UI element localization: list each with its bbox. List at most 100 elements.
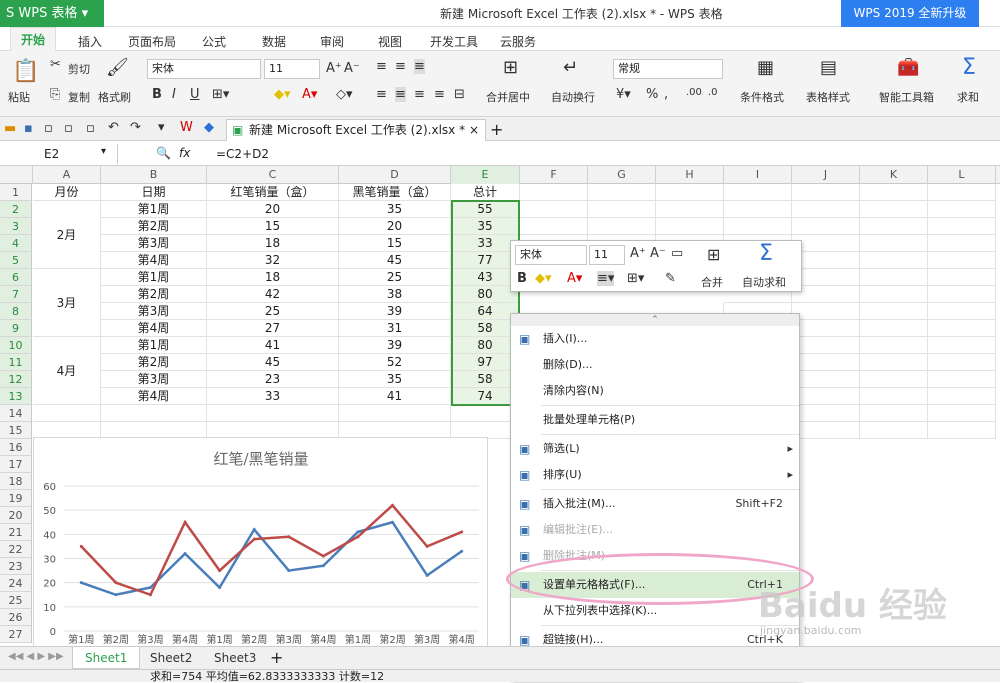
grid-cell[interactable]	[792, 320, 860, 337]
week-cell[interactable]: 第3周	[101, 235, 207, 252]
grid-cell[interactable]	[860, 422, 928, 439]
smart-tools-button[interactable]: 智能工具箱	[879, 89, 934, 105]
grid-cell[interactable]	[339, 405, 451, 422]
row-header-19[interactable]: 19	[0, 490, 32, 507]
black-cell[interactable]: 52	[339, 354, 451, 371]
bold-icon[interactable]: B	[152, 87, 162, 102]
red-cell[interactable]: 33	[207, 388, 339, 405]
italic-icon[interactable]: I	[172, 87, 176, 102]
row-header-10[interactable]: 10	[0, 337, 32, 354]
month-cell[interactable]: 2月	[33, 201, 101, 269]
preview-icon[interactable]: ▫	[86, 121, 95, 136]
paste-button[interactable]: 粘贴	[8, 89, 30, 105]
row-header-7[interactable]: 7	[0, 286, 32, 303]
align-bottom-icon[interactable]: ≡	[414, 59, 425, 74]
grid-cell[interactable]	[928, 405, 996, 422]
mini-sigma-icon[interactable]: Σ	[759, 241, 773, 266]
grid-cell[interactable]	[588, 218, 656, 235]
grid-cell[interactable]	[860, 286, 928, 303]
grid-cell[interactable]	[860, 388, 928, 405]
align-right-icon[interactable]: ≡	[414, 87, 425, 102]
week-cell[interactable]: 第1周	[101, 337, 207, 354]
mini-shrink-font-icon[interactable]: A⁻	[650, 246, 666, 261]
table-style-icon[interactable]: ▤	[820, 57, 837, 78]
print-icon[interactable]: ▫	[64, 121, 73, 136]
align-left-icon[interactable]: ≡	[376, 87, 387, 102]
column-header-D[interactable]: D	[339, 166, 451, 184]
font-color-icon[interactable]: A▾	[302, 87, 317, 102]
grid-cell[interactable]	[928, 422, 996, 439]
mini-brush-icon[interactable]: ✎	[665, 271, 676, 286]
menu-item-6[interactable]: ▣ 插入批注(M)... Shift+F2	[511, 491, 799, 517]
conditional-format-button[interactable]: 条件格式	[740, 89, 784, 105]
grid-cell[interactable]	[860, 218, 928, 235]
month-cell[interactable]: 4月	[33, 337, 101, 405]
clear-format-icon[interactable]: ◇▾	[336, 87, 353, 102]
row-header-11[interactable]: 11	[0, 354, 32, 371]
sheet-tab-0[interactable]: Sheet1	[72, 647, 141, 669]
app-menu-button[interactable]: S WPS 表格 ▾	[0, 0, 104, 27]
row-header-3[interactable]: 3	[0, 218, 32, 235]
grid-cell[interactable]	[928, 184, 996, 201]
month-cell[interactable]: 3月	[33, 269, 101, 337]
black-cell[interactable]: 35	[339, 371, 451, 388]
red-cell[interactable]: 32	[207, 252, 339, 269]
row-header-13[interactable]: 13	[0, 388, 32, 405]
mini-align-icon[interactable]: ≡▾	[597, 271, 615, 286]
black-cell[interactable]: 35	[339, 201, 451, 218]
redo-icon[interactable]: ↷	[130, 120, 141, 135]
grid-cell[interactable]	[928, 337, 996, 354]
grid-cell[interactable]	[792, 337, 860, 354]
grid-cell[interactable]	[792, 354, 860, 371]
grid-cell[interactable]	[520, 218, 588, 235]
week-cell[interactable]: 第2周	[101, 354, 207, 371]
align-center-icon[interactable]: ≡	[395, 87, 406, 102]
font-size-select[interactable]: 11	[264, 59, 320, 79]
grid-cell[interactable]	[792, 388, 860, 405]
column-header-F[interactable]: F	[520, 166, 588, 184]
fill-color-icon[interactable]: ◆▾	[274, 87, 291, 102]
namebox-dropdown-icon[interactable]: ▾	[101, 146, 106, 157]
column-header-L[interactable]: L	[928, 166, 996, 184]
red-cell[interactable]: 18	[207, 235, 339, 252]
black-cell[interactable]: 38	[339, 286, 451, 303]
grid-cell[interactable]	[520, 184, 588, 201]
justify-icon[interactable]: ≡	[434, 87, 445, 102]
ribbon-tab-6[interactable]: 视图	[378, 33, 402, 50]
pdf-icon[interactable]: ▫	[44, 121, 53, 136]
grid-cell[interactable]	[101, 405, 207, 422]
mini-bold-icon[interactable]: B	[517, 271, 527, 286]
black-cell[interactable]: 45	[339, 252, 451, 269]
mini-merge-icon[interactable]: ⊞	[707, 245, 720, 264]
wrap-text-icon[interactable]: ↵	[563, 57, 578, 78]
column-header-I[interactable]: I	[724, 166, 792, 184]
grid-cell[interactable]	[860, 337, 928, 354]
black-cell[interactable]: 15	[339, 235, 451, 252]
week-cell[interactable]: 第4周	[101, 252, 207, 269]
ribbon-tab-0[interactable]: 开始	[10, 27, 57, 51]
red-cell[interactable]: 20	[207, 201, 339, 218]
comma-icon[interactable]: ,	[664, 87, 668, 102]
row-header-1[interactable]: 1	[0, 184, 32, 201]
ribbon-tab-2[interactable]: 页面布局	[128, 33, 176, 50]
number-format-select[interactable]: 常规	[613, 59, 723, 79]
copy-button[interactable]: 复制	[68, 89, 90, 105]
grid-cell[interactable]	[792, 269, 860, 286]
grid-cell[interactable]	[860, 184, 928, 201]
week-cell[interactable]: 第3周	[101, 303, 207, 320]
grid-cell[interactable]	[928, 303, 996, 320]
column-header-C[interactable]: C	[207, 166, 339, 184]
red-cell[interactable]: 42	[207, 286, 339, 303]
column-header-E[interactable]: E	[451, 166, 520, 184]
row-header-23[interactable]: 23	[0, 558, 32, 575]
red-cell[interactable]: 23	[207, 371, 339, 388]
grid-cell[interactable]	[860, 320, 928, 337]
wrap-text-button[interactable]: 自动换行	[551, 89, 595, 105]
mini-font-color-icon[interactable]: A▾	[567, 271, 582, 286]
week-cell[interactable]: 第2周	[101, 286, 207, 303]
underline-icon[interactable]: U	[190, 87, 200, 102]
ribbon-tab-1[interactable]: 插入	[78, 33, 102, 50]
grid-cell[interactable]	[860, 235, 928, 252]
grid-cell[interactable]	[860, 354, 928, 371]
black-cell[interactable]: 25	[339, 269, 451, 286]
